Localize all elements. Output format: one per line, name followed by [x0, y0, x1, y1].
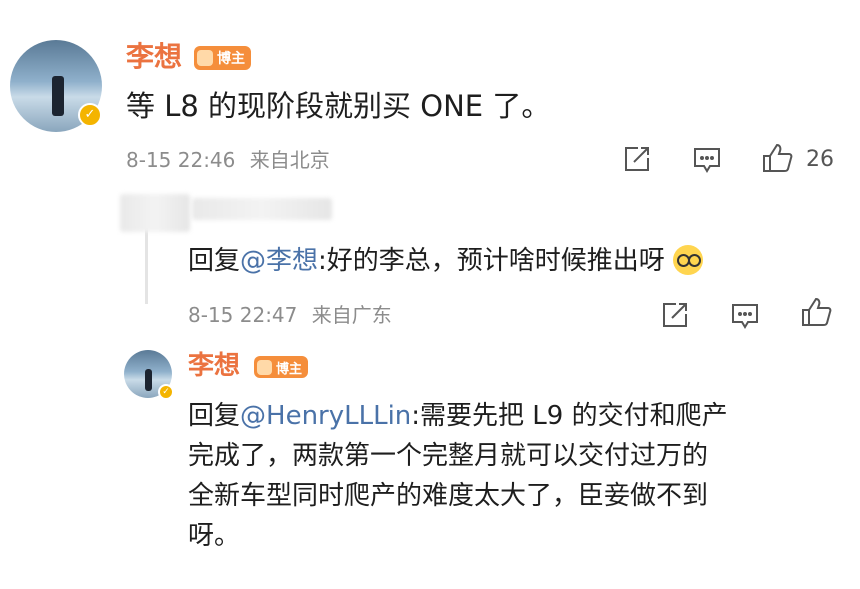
redacted-user-info: [192, 198, 332, 220]
reply1-timestamp: 8-15 22:47 来自广东: [188, 302, 392, 328]
reply2-prefix: 回复: [188, 401, 241, 431]
reply2-blogger-badge-icon: [257, 359, 272, 375]
reply2-mention[interactable]: @HenryLLLin: [240, 401, 411, 431]
reply2-content: 回复@HenryLLLin:需要先把 L9 的交付和爬产 完成了，两款第一个完整…: [188, 396, 848, 556]
reply1-comment-icon[interactable]: [730, 302, 760, 330]
verified-badge-icon: ✓: [78, 103, 102, 127]
reply2-text-line1: :需要先把 L9 的交付和爬产: [411, 401, 728, 431]
post-time: 8-15 22:46: [126, 148, 236, 172]
blogger-badge-icon: [197, 50, 213, 66]
blogger-badge-label: 博主: [217, 51, 245, 67]
reply1-mention[interactable]: @李想: [240, 246, 318, 276]
redacted-username: [120, 194, 190, 232]
reply2-verified-badge-icon: ✓: [158, 384, 174, 400]
reply1-like-icon[interactable]: [800, 296, 834, 328]
post-timestamp: 8-15 22:46 来自北京: [126, 147, 330, 173]
reply2-line1: 回复@HenryLLLin:需要先把 L9 的交付和爬产: [188, 396, 848, 436]
like-count: 26: [806, 147, 834, 172]
blogger-badge: 博主: [194, 46, 251, 70]
post-content: 等 L8 的现阶段就别买 ONE 了。: [126, 89, 551, 123]
reply1-location: 来自广东: [311, 303, 392, 327]
like-icon[interactable]: [761, 142, 795, 174]
repost-icon[interactable]: [622, 144, 652, 174]
reply1-text: :好的李总，预计啥时候推出呀: [318, 246, 665, 276]
reply1-time: 8-15 22:47: [188, 303, 298, 327]
post-author-name[interactable]: 李想: [126, 40, 182, 74]
reply1-content: 回复@李想:好的李总，预计啥时候推出呀: [188, 244, 704, 278]
reply1-repost-icon[interactable]: [660, 300, 690, 330]
reply2-blogger-badge-label: 博主: [276, 361, 303, 377]
reply2-line3: 全新车型同时爬产的难度太大了，臣妾做不到: [188, 481, 709, 511]
reply1-prefix: 回复: [188, 246, 241, 276]
reply2-line4: 呀。: [188, 521, 241, 551]
post-location: 来自北京: [249, 148, 330, 172]
reply2-line2: 完成了，两款第一个完整月就可以交付过万的: [188, 441, 709, 471]
reply2-author-name[interactable]: 李想: [188, 350, 240, 382]
reply2-blogger-badge: 博主: [254, 356, 309, 378]
comment-icon[interactable]: [692, 146, 722, 174]
glasses-emoji-icon: [673, 245, 704, 275]
